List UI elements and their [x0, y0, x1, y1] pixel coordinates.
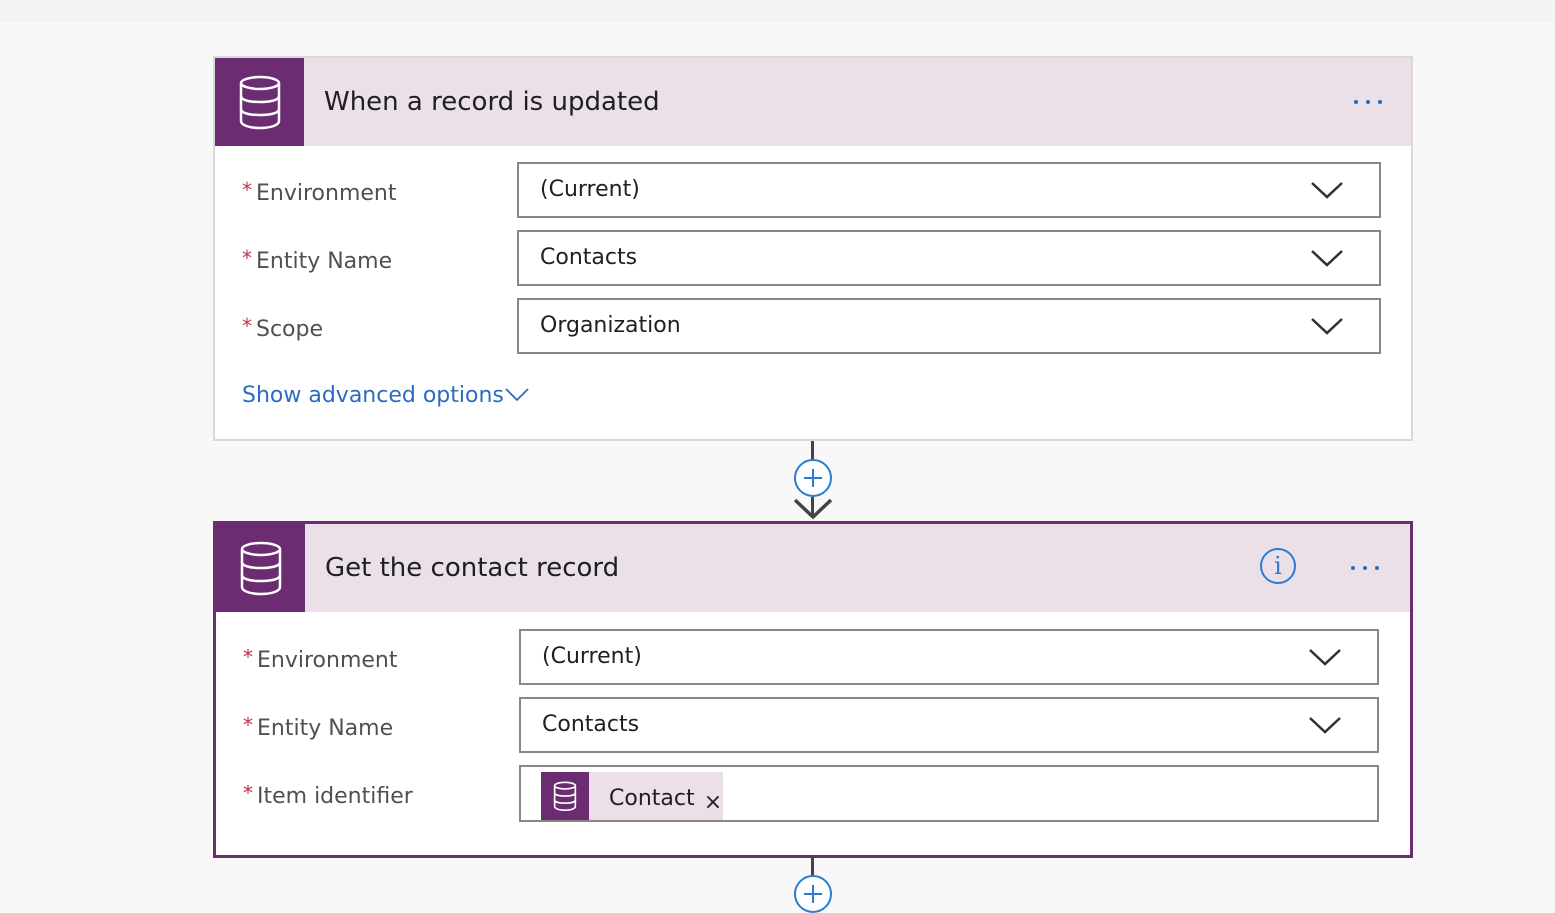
environment-value: (Current): [542, 644, 642, 669]
entity-name-label: * Entity Name: [242, 246, 393, 274]
action-card: Get the contact record i * Environment (C…: [213, 521, 1413, 858]
more-options-icon[interactable]: [1338, 58, 1398, 146]
entity-name-value: Contacts: [542, 712, 640, 737]
card-header[interactable]: Get the contact record i: [216, 524, 1410, 612]
chevron-down-icon: [1309, 649, 1341, 666]
remove-token-button[interactable]: ×: [703, 784, 723, 815]
entity-name-value: Contacts: [540, 245, 638, 270]
scope-row: * Scope Organization: [215, 298, 1411, 354]
environment-row: * Environment (Current): [216, 629, 1410, 685]
environment-dropdown[interactable]: (Current): [517, 162, 1381, 218]
environment-value: (Current): [540, 177, 640, 202]
scope-value: Organization: [540, 313, 681, 338]
more-options-icon[interactable]: [1335, 524, 1395, 612]
entity-name-row: * Entity Name Contacts: [216, 697, 1410, 753]
trigger-card: When a record is updated * Environment (C…: [213, 56, 1413, 441]
entity-name-dropdown[interactable]: Contacts: [517, 230, 1381, 286]
database-icon: [216, 524, 305, 612]
chevron-down-icon: [1311, 250, 1343, 267]
environment-label: * Environment: [243, 645, 398, 673]
environment-label: * Environment: [242, 178, 397, 206]
insert-step-button[interactable]: [794, 875, 832, 913]
step-title[interactable]: When a record is updated: [324, 58, 660, 146]
entity-name-label: * Entity Name: [243, 713, 394, 741]
card-header[interactable]: When a record is updated: [215, 58, 1411, 146]
show-advanced-options-link[interactable]: Show advanced options: [242, 380, 529, 412]
arrow-down-icon: [793, 498, 833, 520]
step-title[interactable]: Get the contact record: [325, 524, 619, 612]
info-icon[interactable]: i: [1260, 548, 1296, 584]
entity-name-dropdown[interactable]: Contacts: [519, 697, 1379, 753]
entity-name-row: * Entity Name Contacts: [215, 230, 1411, 286]
chevron-down-icon: [1309, 717, 1341, 734]
token-label: Contact: [609, 786, 695, 811]
chevron-down-icon: [505, 388, 529, 402]
scope-dropdown[interactable]: Organization: [517, 298, 1381, 354]
environment-dropdown[interactable]: (Current): [519, 629, 1379, 685]
database-icon: [215, 58, 304, 146]
insert-step-button[interactable]: [794, 459, 832, 497]
top-band: [0, 0, 1555, 22]
dynamic-content-token[interactable]: Contact ×: [541, 772, 723, 820]
chevron-down-icon: [1311, 182, 1343, 199]
environment-row: * Environment (Current): [215, 162, 1411, 218]
scope-label: * Scope: [242, 314, 324, 342]
item-identifier-input[interactable]: Contact ×: [519, 765, 1379, 822]
item-identifier-label: * Item identifier: [243, 781, 413, 809]
chevron-down-icon: [1311, 318, 1343, 335]
database-icon: [541, 772, 589, 820]
advanced-link-label: Show advanced options: [242, 383, 504, 408]
item-identifier-row: * Item identifier Contact ×: [216, 765, 1410, 822]
